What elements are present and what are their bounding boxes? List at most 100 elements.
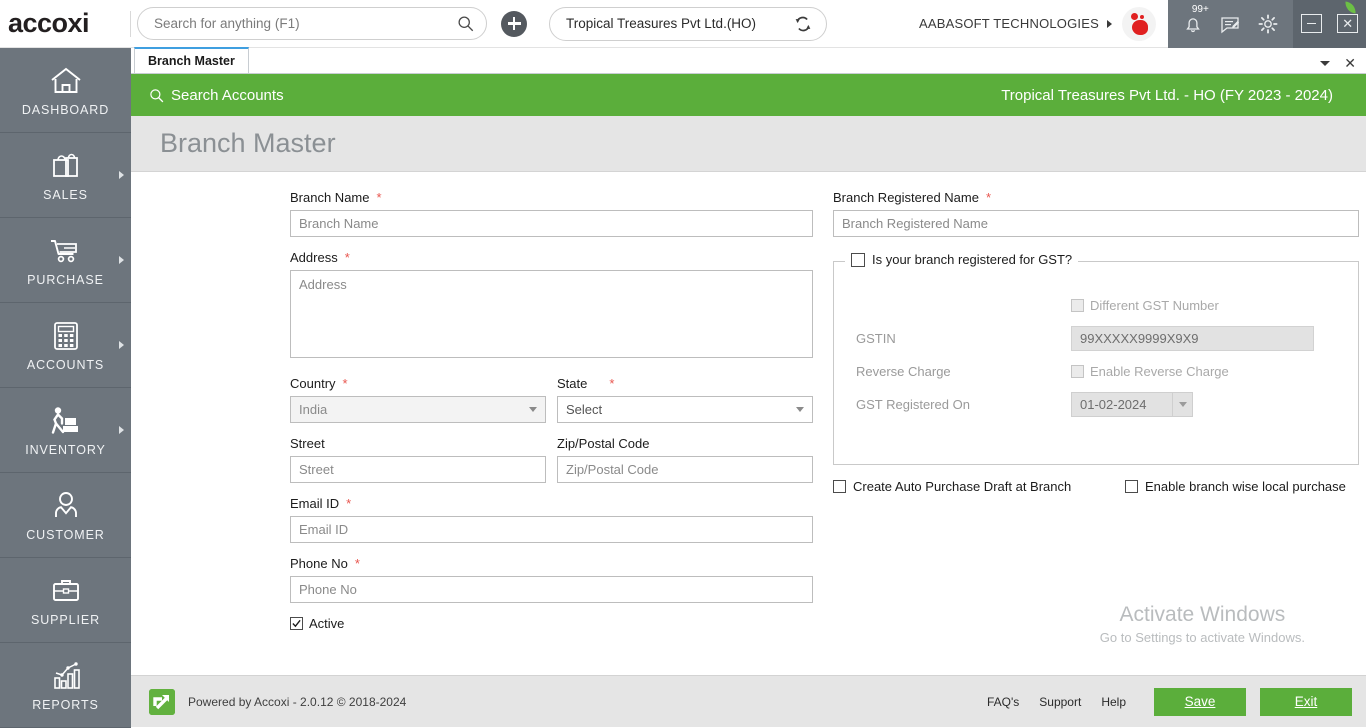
faq-link[interactable]: FAQ's: [987, 695, 1019, 709]
label-text: Branch Registered Name: [833, 190, 979, 205]
footer-buttons: Save Exit: [1154, 688, 1352, 716]
label-text: State: [557, 376, 587, 391]
company-switcher[interactable]: Tropical Treasures Pvt Ltd.(HO): [549, 7, 827, 41]
sidebar-item-supplier[interactable]: SUPPLIER: [0, 558, 131, 643]
calendar-dropdown-icon[interactable]: [1172, 393, 1192, 416]
search-accounts-button[interactable]: Search Accounts: [149, 87, 284, 104]
different-gst-number-checkbox[interactable]: [1071, 299, 1084, 312]
gst-registered-label: Is your branch registered for GST?: [872, 252, 1072, 267]
company-switcher-label: Tropical Treasures Pvt Ltd.(HO): [566, 16, 756, 31]
sidebar-item-purchase[interactable]: PURCHASE: [0, 218, 131, 303]
field-active[interactable]: Active: [290, 616, 813, 631]
country-label: Country *: [290, 376, 546, 391]
chevron-right-icon[interactable]: [119, 171, 124, 179]
search-icon[interactable]: [457, 15, 474, 32]
tab-strip: Branch Master ✕: [131, 48, 1366, 74]
search-accounts-label: Search Accounts: [171, 87, 284, 104]
company-context-label: Tropical Treasures Pvt Ltd. - HO (FY 202…: [1001, 87, 1333, 104]
briefcase-icon: [50, 574, 82, 608]
check-icon: [292, 619, 301, 628]
field-branch-registered-name: Branch Registered Name *: [833, 190, 1359, 237]
sidebar-item-reports[interactable]: REPORTS: [0, 643, 131, 728]
gst-registered-toggle[interactable]: Is your branch registered for GST?: [845, 252, 1078, 267]
close-tab-icon[interactable]: ✕: [1344, 56, 1356, 70]
sync-icon[interactable]: [794, 15, 812, 33]
user-area: AABASOFT TECHNOLOGIES 99+: [919, 0, 1366, 48]
exit-button[interactable]: Exit: [1260, 688, 1352, 716]
create-auto-purchase-draft-checkbox[interactable]: [833, 480, 846, 493]
country-select[interactable]: India: [290, 396, 546, 423]
reverse-charge-row: Reverse Charge Enable Reverse Charge: [856, 364, 1336, 379]
required-marker: *: [609, 377, 614, 390]
different-gst-number-label: Different GST Number: [1090, 298, 1219, 313]
close-icon[interactable]: ✕: [1337, 14, 1358, 33]
sidebar-item-inventory[interactable]: INVENTORY: [0, 388, 131, 473]
chevron-right-icon[interactable]: [119, 256, 124, 264]
help-link[interactable]: Help: [1101, 695, 1126, 709]
field-email: Email ID *: [290, 496, 813, 543]
enable-branch-wise-local-purchase-toggle[interactable]: Enable branch wise local purchase: [1125, 479, 1346, 494]
save-button[interactable]: Save: [1154, 688, 1246, 716]
gstin-input[interactable]: 99XXXXX9999X9X9: [1071, 326, 1314, 351]
address-input[interactable]: [290, 270, 813, 358]
avatar-shape-main: [1132, 20, 1148, 35]
global-search[interactable]: [137, 7, 487, 40]
branch-name-input[interactable]: [290, 210, 813, 237]
sidebar-item-dashboard[interactable]: DASHBOARD: [0, 48, 131, 133]
search-input[interactable]: [154, 16, 457, 31]
email-label: Email ID *: [290, 496, 813, 511]
sidebar-item-sales[interactable]: SALES: [0, 133, 131, 218]
chevron-down-icon[interactable]: [1320, 61, 1330, 66]
state-select[interactable]: Select: [557, 396, 813, 423]
sidebar-item-label: INVENTORY: [25, 443, 106, 457]
avatar-shape-dot1: [1131, 13, 1138, 20]
zip-input[interactable]: [557, 456, 813, 483]
tab-branch-master[interactable]: Branch Master: [134, 47, 249, 73]
gst-different-number-row: Different GST Number: [856, 298, 1336, 313]
sidebar-item-label: CUSTOMER: [26, 528, 105, 542]
chevron-right-icon[interactable]: [119, 426, 124, 434]
enable-branch-wise-local-purchase-checkbox[interactable]: [1125, 480, 1138, 493]
branch-registered-name-input[interactable]: [833, 210, 1359, 237]
avatar[interactable]: [1122, 7, 1156, 41]
gst-registered-on-value: 01-02-2024: [1072, 397, 1172, 412]
field-zip: Zip/Postal Code: [557, 436, 813, 483]
support-link[interactable]: Support: [1039, 695, 1081, 709]
gst-registered-on-datepicker[interactable]: 01-02-2024: [1071, 392, 1193, 417]
chevron-down-icon: [796, 407, 804, 412]
active-checkbox[interactable]: [290, 617, 303, 630]
user-menu-caret-icon[interactable]: [1107, 20, 1112, 28]
add-new-button[interactable]: [501, 11, 527, 37]
create-auto-purchase-draft-option: Create Auto Purchase Draft at Branch: [833, 479, 1125, 494]
sidebar-item-customer[interactable]: CUSTOMER: [0, 473, 131, 558]
enable-branch-wise-local-purchase-label: Enable branch wise local purchase: [1145, 479, 1346, 494]
label-text: Street: [290, 436, 325, 451]
tab-label: Branch Master: [148, 54, 235, 68]
gst-registered-checkbox[interactable]: [851, 253, 865, 267]
shopping-bag-icon: [49, 149, 83, 183]
gst-registered-on-row: GST Registered On 01-02-2024: [856, 392, 1336, 417]
minimize-icon[interactable]: [1301, 14, 1322, 33]
chevron-right-icon[interactable]: [119, 341, 124, 349]
branch-registered-name-label: Branch Registered Name *: [833, 190, 1359, 205]
enable-branch-wise-local-purchase-option: Enable branch wise local purchase: [1125, 479, 1346, 494]
bell-icon[interactable]: 99+: [1182, 13, 1204, 35]
field-address: Address *: [290, 250, 813, 363]
bar-chart-icon: [50, 659, 82, 693]
watermark-line2: Go to Settings to activate Windows.: [1100, 630, 1305, 645]
phone-input[interactable]: [290, 576, 813, 603]
sidebar-item-label: SUPPLIER: [31, 613, 100, 627]
create-auto-purchase-draft-toggle[interactable]: Create Auto Purchase Draft at Branch: [833, 479, 1125, 494]
page-content: Search Accounts Tropical Treasures Pvt L…: [131, 74, 1366, 727]
avatar-shape-dot2: [1140, 15, 1144, 19]
enable-reverse-charge-checkbox[interactable]: [1071, 365, 1084, 378]
email-input[interactable]: [290, 516, 813, 543]
sidebar-item-accounts[interactable]: ACCOUNTS: [0, 303, 131, 388]
exit-button-label: Exit: [1295, 694, 1318, 709]
different-gst-number-toggle[interactable]: Different GST Number: [1071, 298, 1219, 313]
page-title-bar: Branch Master: [131, 116, 1366, 172]
street-input[interactable]: [290, 456, 546, 483]
message-icon[interactable]: [1219, 13, 1241, 35]
enable-reverse-charge-toggle[interactable]: Enable Reverse Charge: [1071, 364, 1229, 379]
gear-icon[interactable]: [1257, 13, 1279, 35]
